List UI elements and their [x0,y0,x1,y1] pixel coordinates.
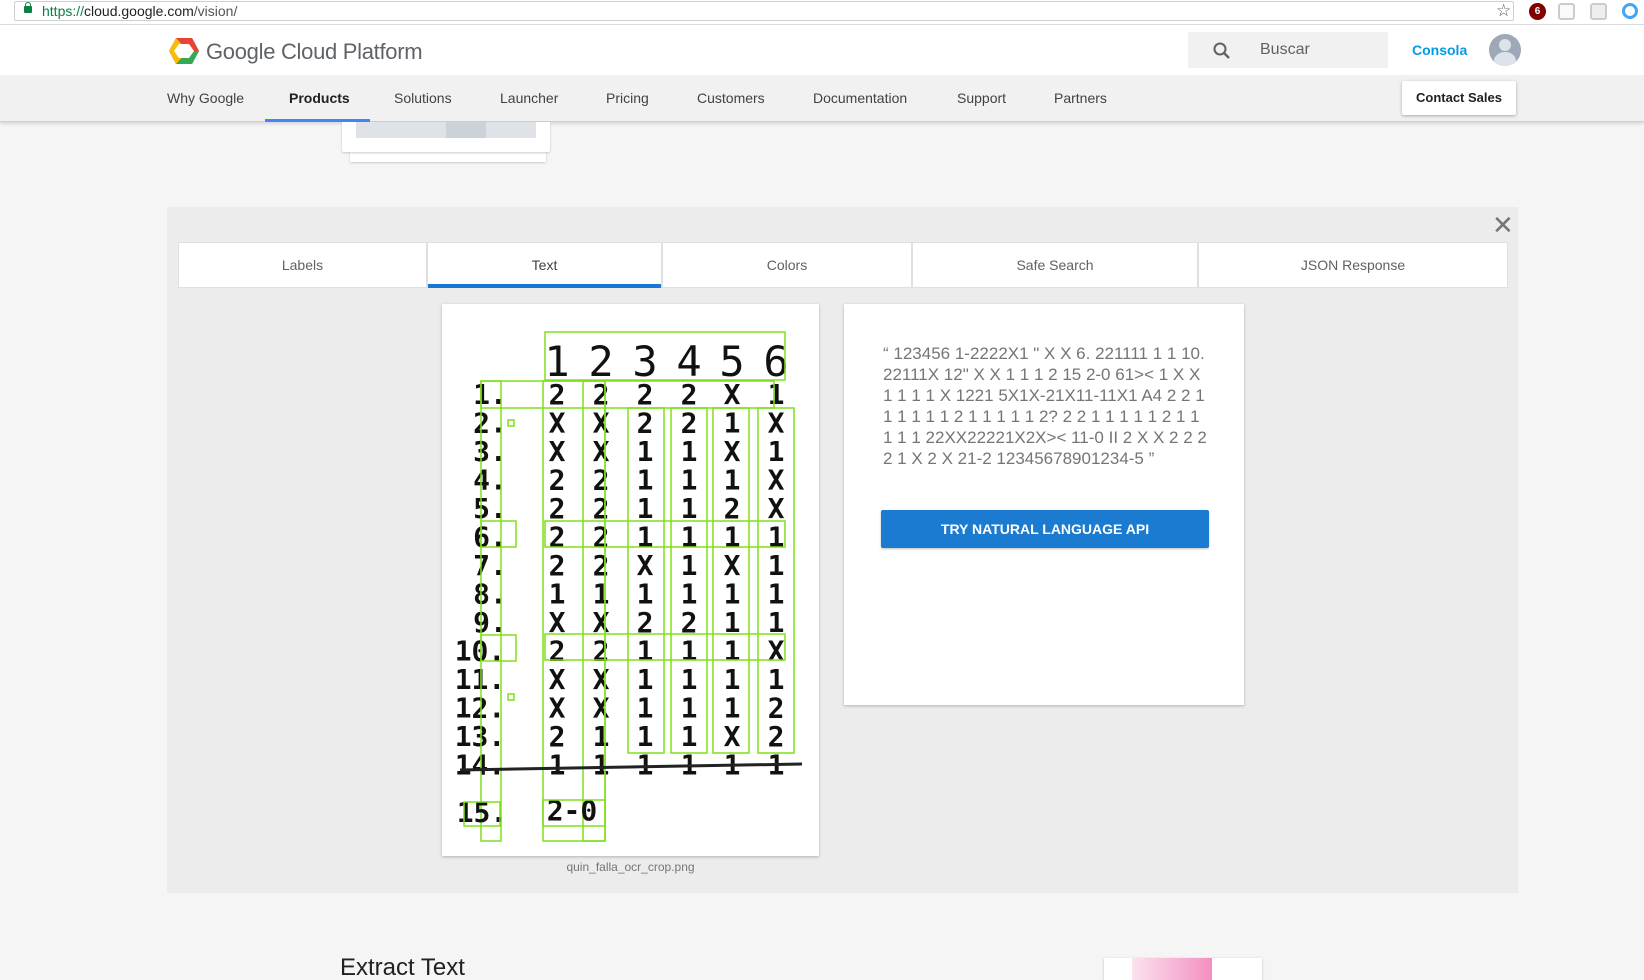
nav-item-why-google[interactable]: Why Google [167,90,244,106]
tab-text[interactable]: Text [427,242,662,288]
url-text[interactable]: https://cloud.google.com/vision/ [42,3,237,19]
close-icon[interactable]: ✕ [1492,212,1514,238]
tab-safe-search[interactable]: Safe Search [912,242,1198,288]
tab-labels[interactable]: Labels [178,242,427,288]
nav-item-partners[interactable]: Partners [1054,90,1107,106]
ocr-image: 1 2 3 4 5 61. 2 2 2 2 X 12. X X 2 2 1 X3. X X 1 1 X 14. 2 2 1 1 1 X5.… [455,331,803,842]
extension-icon[interactable] [1622,3,1638,19]
search-placeholder: Buscar [1260,41,1310,58]
url-path: /vision/ [193,3,238,19]
detected-text: “ 123456 1-2222X1 " X X 6. 221111 1 1 10… [883,344,1207,468]
nav-item-products[interactable]: Products [289,90,350,106]
nav-item-pricing[interactable]: Pricing [606,90,649,106]
nav-item-launcher[interactable]: Launcher [500,90,558,106]
sheet-divider [459,762,803,772]
lock-icon [24,2,32,13]
bookmark-star-icon[interactable]: ☆ [1496,1,1511,21]
browser-toolbar: https://cloud.google.com/vision/ ☆ 6 [0,0,1644,25]
try-natural-language-api-button[interactable]: TRY NATURAL LANGUAGE API [881,510,1209,548]
analyzed-image: 1 2 3 4 5 6 1. 2 2 2 2 X 1 2. X X 2 2 1 X 3. X X 1 1 X 1 4. 2 2 1 1 1 X 5.… [442,304,819,856]
url-scheme: https:// [42,3,85,19]
ocr-box [507,419,515,427]
result-tabs: Labels Text Colors Safe Search JSON Resp… [178,242,1508,288]
avatar[interactable] [1489,34,1521,66]
ublock-extension-icon[interactable]: 6 [1529,3,1546,20]
background-card [342,122,550,152]
sheet-row-label: 14. [455,749,506,782]
sheet-cell: 2-0 [547,794,598,827]
url-host: cloud.google.com [84,3,194,19]
preview-card [1104,958,1262,980]
nav-item-support[interactable]: Support [957,90,1006,106]
results-panel [167,207,1518,893]
console-link[interactable]: Consola [1412,42,1467,58]
tab-colors[interactable]: Colors [662,242,912,288]
ocr-box [507,693,515,701]
tab-json-response[interactable]: JSON Response [1198,242,1508,288]
background-card [350,152,546,162]
image-caption: quin_falla_ocr_crop.png [566,860,695,874]
extension-icon[interactable] [1590,3,1607,20]
section-title: Extract Text [340,954,465,980]
nav-item-customers[interactable]: Customers [697,90,765,106]
address-bar[interactable] [14,1,1514,21]
extension-icon[interactable] [1558,3,1575,20]
main-nav: Why Google Products Solutions Launcher P… [0,75,1644,122]
search-icon [1213,42,1230,59]
text-result-card: “ 123456 1-2222X1 " X X 6. 221111 1 1 10… [844,304,1244,705]
nav-item-documentation[interactable]: Documentation [813,90,907,106]
nav-item-solutions[interactable]: Solutions [394,90,452,106]
brand-name[interactable]: Google Cloud Platform [206,39,423,65]
gcp-logo-icon[interactable] [168,37,200,70]
contact-sales-button[interactable]: Contact Sales [1402,81,1516,115]
site-header: Google Cloud Platform Buscar Consola [0,25,1644,75]
sheet-cell: 1 [593,749,610,782]
sheet-cell: 1 [549,749,566,782]
search-box[interactable]: Buscar [1188,32,1388,68]
ocr-box [544,331,786,381]
